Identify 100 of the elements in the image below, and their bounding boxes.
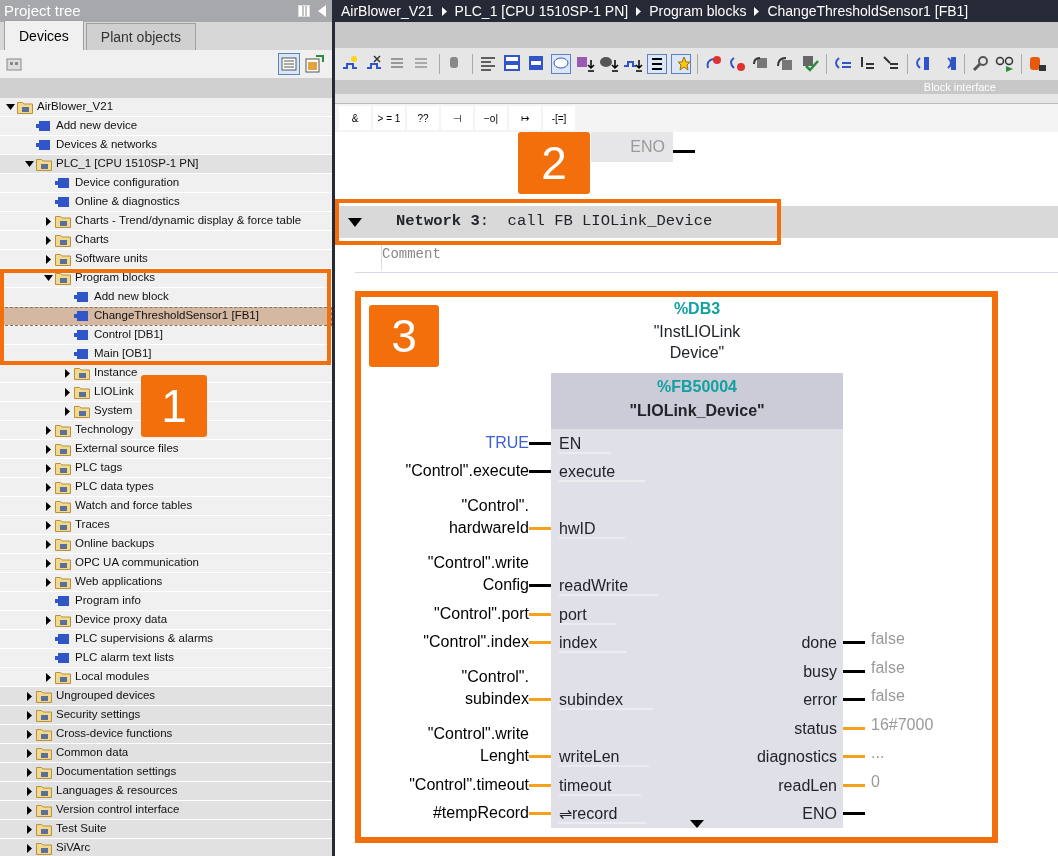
caret-icon[interactable] xyxy=(26,843,32,853)
tree-item[interactable]: Local modules xyxy=(75,668,150,686)
breadcrumb-item[interactable]: Program blocks xyxy=(649,0,747,22)
caret-icon[interactable] xyxy=(26,824,32,834)
check-icon[interactable] xyxy=(800,54,820,74)
tree-item[interactable]: Add new block xyxy=(94,288,169,306)
tree-item[interactable]: Device proxy data xyxy=(75,611,168,629)
tree-item[interactable]: AirBlower_V21 xyxy=(37,98,114,116)
device-view-icon[interactable] xyxy=(6,56,22,72)
caret-icon[interactable] xyxy=(45,577,51,587)
breadcrumb-item[interactable]: AirBlower_V21 xyxy=(341,0,434,22)
caret-icon[interactable] xyxy=(26,691,32,701)
tree-item[interactable]: SiVArc xyxy=(56,839,91,856)
database-lock-icon[interactable] xyxy=(1028,54,1048,74)
collapse-arrow-icon[interactable] xyxy=(348,218,362,227)
tree-item[interactable]: PLC data types xyxy=(75,478,154,496)
tree-item[interactable]: System xyxy=(94,402,133,420)
folder-icon xyxy=(55,461,71,475)
caret-icon[interactable] xyxy=(45,463,51,473)
tab[interactable]: Plant objects xyxy=(85,23,196,50)
tree-item[interactable]: Web applications xyxy=(75,573,163,591)
caret-icon[interactable] xyxy=(45,672,51,682)
folder-icon xyxy=(36,708,52,722)
instruction-button[interactable]: −o| xyxy=(475,106,507,130)
instruction-button[interactable]: ⊣ xyxy=(441,106,473,130)
speech-bubble-icon[interactable] xyxy=(551,54,571,74)
folder-icon xyxy=(55,252,71,266)
step-marker: 3 xyxy=(369,305,439,367)
tag-download-icon[interactable] xyxy=(575,54,595,74)
instruction-button[interactable]: -[=] xyxy=(543,106,575,130)
caret-icon[interactable] xyxy=(64,387,70,397)
tree-item[interactable]: External source files xyxy=(75,440,179,458)
caret-icon[interactable] xyxy=(24,161,34,167)
tree-item[interactable]: Online & diagnostics xyxy=(75,193,180,211)
block-icon xyxy=(74,309,90,323)
instruction-button[interactable]: ↦ xyxy=(509,106,541,130)
tree-item[interactable]: Charts xyxy=(75,231,109,249)
tree-item[interactable]: LIOLink xyxy=(94,383,134,401)
tree-item[interactable]: Technology xyxy=(75,421,134,439)
caret-icon[interactable] xyxy=(45,254,51,264)
tree-item[interactable]: Charts - Trend/dynamic display & force table xyxy=(75,212,302,230)
tree-item[interactable]: Instance xyxy=(94,364,138,382)
tree-item[interactable]: Traces xyxy=(75,516,110,534)
breadcrumb-item[interactable]: ChangeThresholdSensor1 [FB1] xyxy=(767,0,969,22)
list-icon[interactable] xyxy=(647,54,667,74)
expand-arrow-icon[interactable] xyxy=(690,820,704,828)
list-view-icon[interactable] xyxy=(278,53,300,75)
caret-icon[interactable] xyxy=(45,558,51,568)
folder-icon xyxy=(36,803,52,817)
caret-icon[interactable] xyxy=(26,805,32,815)
network-header[interactable]: Network 3: call FB LIOLink_Device xyxy=(338,206,1058,238)
comment-download-icon[interactable] xyxy=(599,54,619,74)
tab[interactable]: Devices xyxy=(4,20,84,50)
caret-icon[interactable] xyxy=(45,615,51,625)
input-pin-label: EN xyxy=(559,434,612,454)
caret-icon[interactable] xyxy=(26,786,32,796)
tree-item[interactable]: Main [OB1] xyxy=(94,345,152,363)
caret-icon[interactable] xyxy=(64,368,70,378)
caret-icon[interactable] xyxy=(26,729,32,739)
caret-icon[interactable] xyxy=(45,482,51,492)
caret-icon[interactable] xyxy=(64,406,70,416)
caret-icon[interactable] xyxy=(45,425,51,435)
tree-item[interactable]: Program info xyxy=(75,592,141,610)
instruction-button[interactable]: & xyxy=(339,106,371,130)
tree-item[interactable]: Device configuration xyxy=(75,174,180,192)
tree-item[interactable]: Control [DB1] xyxy=(94,326,164,344)
caret-icon[interactable] xyxy=(45,520,51,530)
caret-icon[interactable] xyxy=(5,104,15,110)
arrow-error-icon[interactable] xyxy=(728,54,748,74)
tree-item[interactable]: PLC supervisions & alarms xyxy=(75,630,214,648)
tree-item[interactable]: PLC tags xyxy=(75,459,123,477)
tree-item[interactable]: Devices & networks xyxy=(56,136,157,154)
folder-icon xyxy=(74,385,90,399)
tree-item[interactable]: Software units xyxy=(75,250,148,268)
caret-icon[interactable] xyxy=(45,235,51,245)
instruction-button[interactable]: > = 1 xyxy=(373,106,405,130)
tree-item[interactable]: Program blocks xyxy=(75,269,155,287)
tree-item[interactable]: Watch and force tables xyxy=(75,497,193,515)
caret-icon[interactable] xyxy=(45,444,51,454)
caret-icon[interactable] xyxy=(43,275,53,281)
connection-line xyxy=(529,527,551,530)
chevron-icon xyxy=(636,6,642,16)
caret-icon[interactable] xyxy=(45,539,51,549)
breadcrumb-item[interactable]: PLC_1 [CPU 1510SP-1 PN] xyxy=(454,0,629,22)
magnifier-icon[interactable] xyxy=(971,54,991,74)
tree-item[interactable]: PLC alarm text lists xyxy=(75,649,175,667)
caret-icon[interactable] xyxy=(26,767,32,777)
tree-item[interactable]: OPC UA communication xyxy=(75,554,199,572)
tree-item[interactable]: Online backups xyxy=(75,535,155,553)
caret-icon[interactable] xyxy=(26,748,32,758)
table-export-icon[interactable] xyxy=(304,53,326,75)
glasses-icon[interactable] xyxy=(995,54,1015,74)
comment-text[interactable]: Comment xyxy=(381,244,1058,270)
window-icon[interactable] xyxy=(503,54,523,74)
caret-icon[interactable] xyxy=(26,710,32,720)
instruction-button[interactable]: ?? xyxy=(407,106,439,130)
caret-icon[interactable] xyxy=(45,216,51,226)
caret-icon[interactable] xyxy=(45,501,51,511)
tree-item[interactable]: Add new device xyxy=(56,117,138,135)
tree-item[interactable]: Test Suite xyxy=(56,820,107,838)
